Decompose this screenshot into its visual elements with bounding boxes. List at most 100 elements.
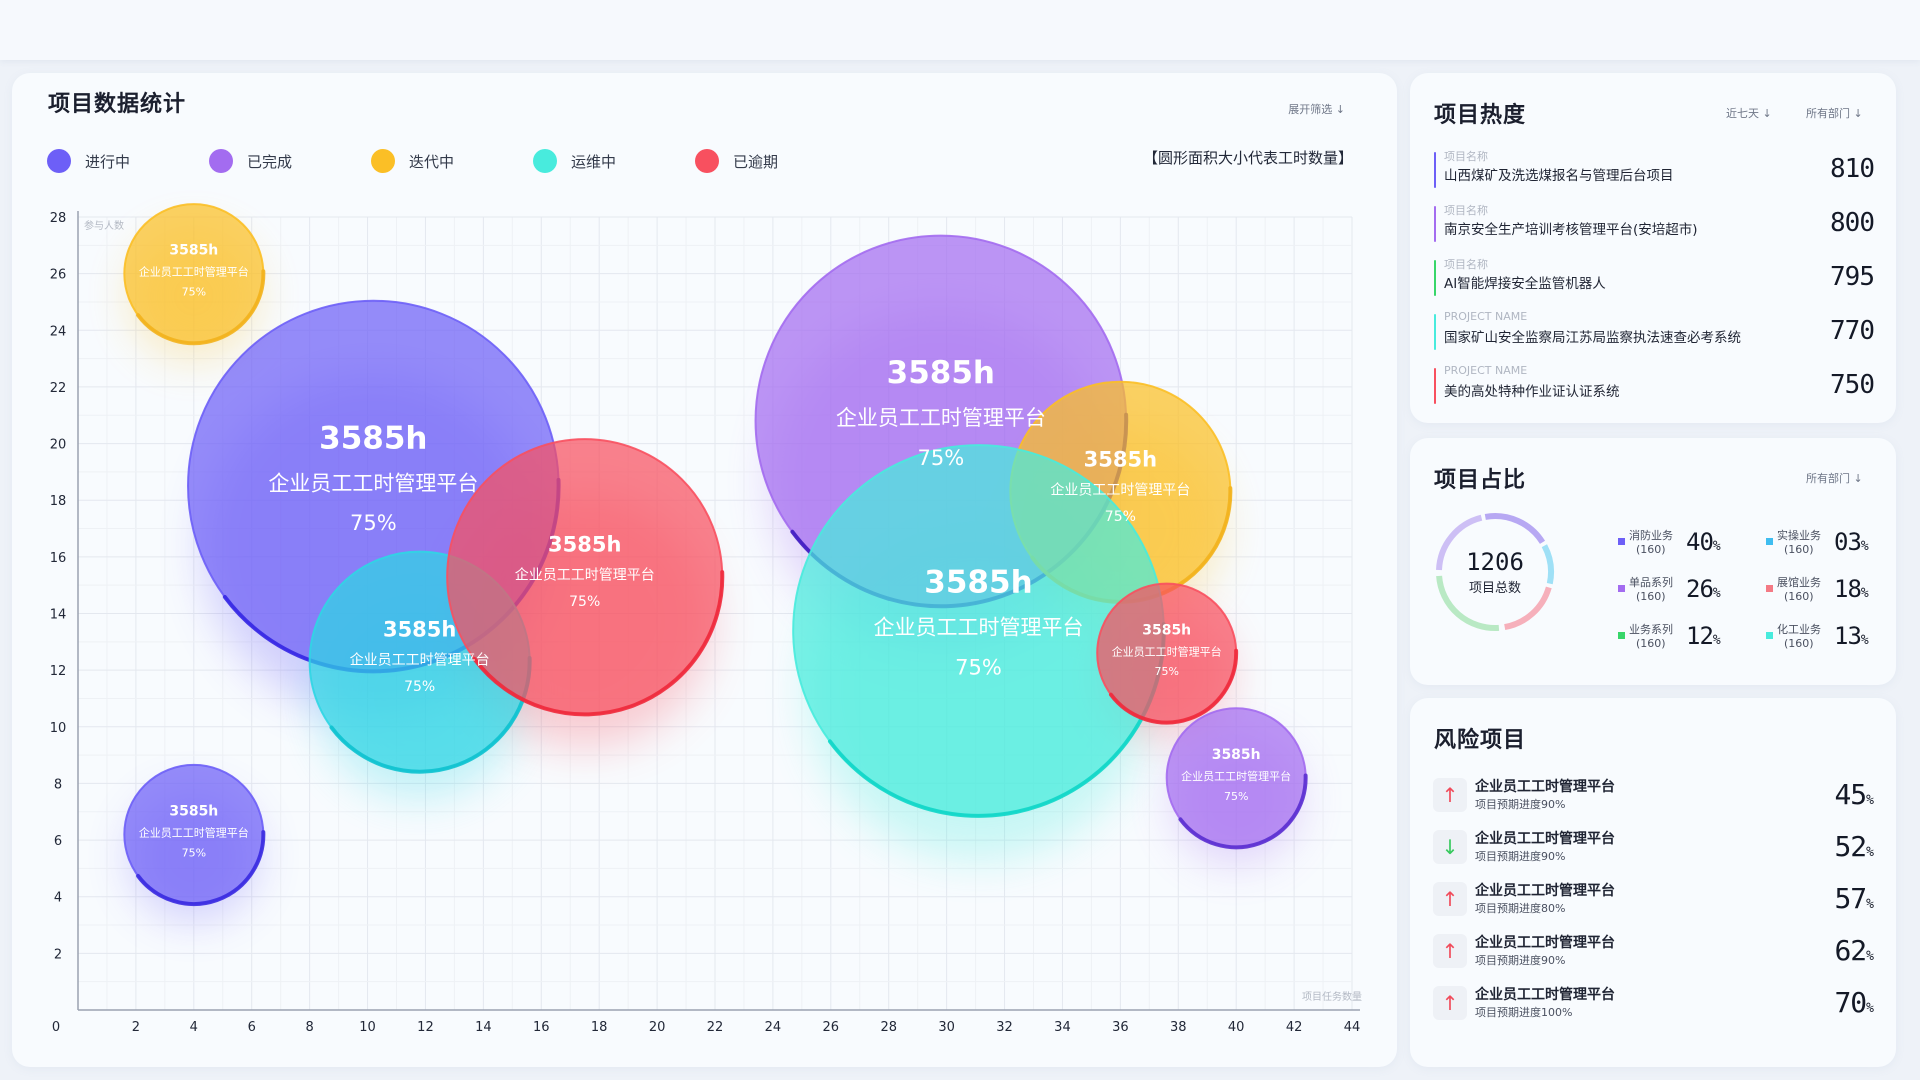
hot-item-value: 810 (1830, 154, 1875, 184)
trend-up-icon: ↑ (1433, 778, 1467, 812)
x-tick-label: 32 (996, 1020, 1013, 1035)
x-tick-label: 12 (417, 1020, 434, 1035)
hot-item-caption: 项目名称 (1444, 204, 1488, 217)
share-item: 单品系列 (160) 26% (1618, 571, 1748, 607)
bubble-name-label: 企业员工工时管理平台 (139, 265, 249, 279)
hot-color-bar (1434, 206, 1436, 242)
share-title: 项目占比 (1434, 468, 1527, 493)
dept-filter[interactable]: 所有部门 ↓ (1806, 470, 1863, 486)
share-percent: 18% (1834, 575, 1869, 603)
hot-item-name: 山西煤矿及洗选煤报名与管理后台项目 (1444, 168, 1674, 184)
risk-item-name: 企业员工工时管理平台 (1475, 935, 1615, 951)
share-percent: 03% (1834, 528, 1869, 556)
x-tick-label: 6 (248, 1020, 256, 1035)
y-tick-label: 6 (54, 834, 62, 849)
hot-list-item[interactable]: 项目名称 山西煤矿及洗选煤报名与管理后台项目 810 (1434, 148, 1875, 194)
share-color-square (1766, 538, 1773, 545)
bubble-name-label: 企业员工工时管理平台 (836, 406, 1046, 430)
y-tick-label: 10 (50, 721, 67, 736)
trend-up-icon: ↑ (1433, 882, 1467, 916)
bubble-percent-label: 75% (1224, 790, 1248, 803)
share-color-square (1618, 632, 1625, 639)
x-tick-label: 26 (823, 1020, 840, 1035)
hot-list-item[interactable]: PROJECT NAME 美的高处特种作业证认证系统 750 (1434, 364, 1875, 410)
share-count: (160) (1784, 637, 1814, 650)
bubble-percent-label: 75% (182, 846, 206, 859)
bubble-hours-label: 3585h (383, 617, 456, 641)
hot-item-name: 国家矿山安全监察局江苏局监察执法速查必考系统 (1444, 330, 1741, 346)
share-color-square (1766, 632, 1773, 639)
y-tick-label: 16 (50, 551, 67, 566)
y-tick-label: 4 (54, 891, 62, 906)
y-tick-label: 24 (50, 324, 67, 339)
y-tick-label: 8 (54, 777, 62, 792)
share-item: 展馆业务 (160) 18% (1766, 571, 1896, 607)
x-tick-label: 38 (1170, 1020, 1187, 1035)
share-percent: 26% (1686, 575, 1721, 603)
share-name: 展馆业务 (1777, 576, 1821, 589)
bubble-hours-label: 3585h (1212, 747, 1261, 763)
hot-list-item[interactable]: PROJECT NAME 国家矿山安全监察局江苏局监察执法速查必考系统 770 (1434, 310, 1875, 356)
share-count: (160) (1784, 590, 1814, 603)
y-tick-label: 18 (50, 494, 67, 509)
bubble-hours-label: 3585h (924, 565, 1032, 601)
bubble-hours-label: 3585h (169, 804, 218, 820)
bubble-percent-label: 75% (955, 656, 1002, 680)
y-tick-label: 20 (50, 438, 67, 453)
risk-item-value: 52% (1834, 830, 1874, 863)
y-tick-label: 28 (50, 211, 67, 226)
x-tick-label: 4 (190, 1020, 198, 1035)
bubble-percent-label: 75% (918, 446, 965, 470)
bubble-chart: 0 2 4 6 8 10 12 14 16 18 20 22 24 26 28 30 32 34 36 38 40 42 4… (50, 203, 1362, 1035)
risk-item-value: 70% (1834, 986, 1874, 1019)
risk-item-value: 45% (1834, 778, 1874, 811)
risk-title: 风险项目 (1434, 728, 1527, 753)
hot-color-bar (1434, 368, 1436, 404)
hot-item-caption: PROJECT NAME (1444, 364, 1528, 377)
hot-item-caption: PROJECT NAME (1444, 310, 1528, 323)
x-tick-label: 34 (1054, 1020, 1071, 1035)
x-tick-label: 36 (1112, 1020, 1129, 1035)
donut-center: 1206 项目总数 (1433, 510, 1557, 634)
hot-color-bar (1434, 152, 1436, 188)
risk-list-item[interactable]: ↑ 企业员工工时管理平台 项目预期进度100% 70% (1433, 982, 1874, 1028)
share-percent: 13% (1834, 622, 1869, 650)
y-tick-label: 12 (50, 664, 67, 679)
hot-item-value: 800 (1830, 208, 1875, 238)
share-color-square (1618, 585, 1625, 592)
share-item: 化工业务 (160) 13% (1766, 618, 1896, 654)
risk-list-item[interactable]: ↓ 企业员工工时管理平台 项目预期进度90% 52% (1433, 826, 1874, 872)
bubble-hours-label: 3585h (1084, 448, 1157, 472)
share-name: 单品系列 (1629, 576, 1673, 589)
risk-list-item[interactable]: ↑ 企业员工工时管理平台 项目预期进度90% 62% (1433, 930, 1874, 976)
hot-title: 项目热度 (1434, 103, 1527, 128)
x-tick-label: 24 (765, 1020, 782, 1035)
risk-list-item[interactable]: ↑ 企业员工工时管理平台 项目预期进度80% 57% (1433, 878, 1874, 924)
risk-item-name: 企业员工工时管理平台 (1475, 987, 1615, 1003)
hot-list-item[interactable]: 项目名称 AI智能焊接安全监管机器人 795 (1434, 256, 1875, 302)
share-color-square (1618, 538, 1625, 545)
x-tick-label: 30 (938, 1020, 955, 1035)
hot-list-item[interactable]: 项目名称 南京安全生产培训考核管理平台(安培超市) 800 (1434, 202, 1875, 248)
risk-item-value: 62% (1834, 934, 1874, 967)
y-axis-label: 参与人数 (84, 219, 124, 232)
bubble-percent-label: 75% (1154, 665, 1178, 678)
x-tick-label: 18 (591, 1020, 608, 1035)
bubble-percent-label: 75% (1105, 509, 1136, 525)
bubble-name-label: 企业员工工时管理平台 (139, 826, 249, 840)
hot-color-bar (1434, 260, 1436, 296)
risk-list-item[interactable]: ↑ 企业员工工时管理平台 项目预期进度90% 45% (1433, 774, 1874, 820)
risk-item-name: 企业员工工时管理平台 (1475, 883, 1615, 899)
x-tick-label: 2 (132, 1020, 140, 1035)
bubble-hours-label: 3585h (319, 420, 427, 456)
risk-item-progress: 项目预期进度90% (1475, 954, 1566, 967)
trend-up-icon: ↑ (1433, 986, 1467, 1020)
y-tick-label: 2 (54, 947, 62, 962)
share-count: (160) (1636, 543, 1666, 556)
dept-filter[interactable]: 所有部门 ↓ (1806, 105, 1863, 121)
days-filter[interactable]: 近七天 ↓ (1726, 105, 1772, 121)
bubble-hours-label: 3585h (169, 243, 218, 259)
hot-item-value: 770 (1830, 316, 1875, 346)
share-name: 化工业务 (1777, 623, 1821, 636)
hot-item-value: 795 (1830, 262, 1875, 292)
